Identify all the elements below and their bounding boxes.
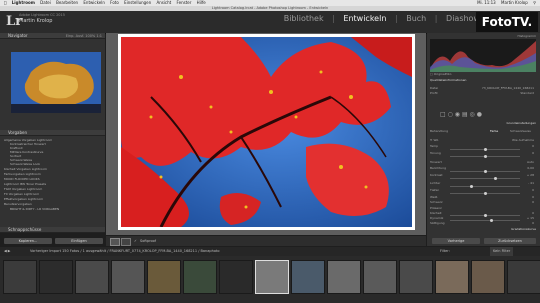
brush-icon[interactable]: ● — [477, 111, 482, 118]
preset-folder[interactable]: Lightroom BW Toner Presets — [4, 182, 102, 186]
presence-row: Präsenz — [430, 206, 442, 210]
treatment-bw[interactable]: Schwarzweiss — [510, 129, 531, 133]
navigator-preview[interactable] — [11, 52, 101, 113]
shadows-row: Tiefen 0 — [430, 188, 534, 192]
info-row-profile: Profil Standard — [430, 91, 534, 95]
filmstrip-source[interactable]: Vorheriger Import 150 Fotos / 1 ausgewäh… — [30, 247, 220, 256]
reset-button[interactable]: Zurücksetzen — [484, 238, 536, 244]
shadows-slider[interactable] — [450, 192, 520, 195]
info-title[interactable]: Quelldateiinformationen — [430, 78, 536, 82]
filmstrip-bar: ◀ ▶ Vorheriger Import 150 Fotos / 1 ausg… — [0, 247, 540, 256]
histogram — [430, 39, 536, 72]
tint-slider[interactable] — [450, 155, 520, 158]
softproof-checkbox[interactable]: ✓ — [134, 236, 137, 246]
filmstrip-thumbnail[interactable] — [327, 260, 361, 294]
presets-header[interactable]: Vorgaben — [0, 130, 105, 136]
filmstrip-nav-icon[interactable]: ◀ ▶ — [4, 247, 11, 256]
exposure-row: Belichtung 0,00 — [430, 166, 534, 170]
fototv-watermark: FotoTV. — [476, 12, 538, 32]
preset-item[interactable]: Schwarz-Weiss Look — [10, 162, 108, 166]
paste-button[interactable]: Einfügen — [55, 238, 103, 244]
previous-button[interactable]: Vorherige — [432, 238, 480, 244]
module-picker: Bibliothek | Entwickeln | Buch | Diashow — [283, 14, 480, 23]
histogram-title[interactable]: Histogramm — [430, 34, 537, 38]
compare-view-icon[interactable] — [121, 238, 131, 246]
exposure-slider[interactable] — [450, 170, 520, 173]
navigator-title: Navigator — [8, 33, 28, 38]
softproof-label: Softproof — [140, 239, 157, 243]
preset-folder[interactable]: Benutzervorgaben — [4, 202, 102, 206]
redeye-icon[interactable]: ◉ — [455, 111, 460, 118]
filmstrip-thumbnail[interactable] — [39, 260, 73, 294]
highlights-row: Lichter - 41 — [430, 181, 534, 185]
filmstrip-thumbnail[interactable] — [3, 260, 37, 294]
left-buttons: Kopieren... Einfügen — [0, 236, 105, 246]
filmstrip-thumbnail[interactable] — [75, 260, 109, 294]
preset-folder[interactable]: Klarheit Vorgaben Lightroom — [4, 167, 102, 171]
module-develop[interactable]: Entwickeln — [343, 14, 386, 23]
contrast-slider[interactable] — [450, 177, 520, 180]
snapshots-title: Schnappschüsse — [8, 227, 42, 232]
spot-removal-icon[interactable]: ○ — [448, 111, 453, 118]
copy-button[interactable]: Kopieren... — [4, 238, 52, 244]
filmstrip-thumbnail[interactable] — [363, 260, 397, 294]
radial-filter-icon[interactable]: ◎ — [470, 111, 475, 118]
contrast-row: Kontrast + 28 — [430, 173, 534, 177]
filmstrip-thumbnail[interactable] — [183, 260, 217, 294]
identity-user[interactable]: Martin Krolop — [19, 18, 52, 24]
filmstrip-thumbnail[interactable] — [255, 260, 289, 294]
loupe-view-icon[interactable] — [110, 238, 120, 246]
filmstrip-thumbnail[interactable] — [291, 260, 325, 294]
wb-row: ✒ WA Wie Aufnahme — [430, 138, 534, 142]
treatment-color[interactable]: Farbe — [490, 129, 498, 133]
preset-item[interactable]: BRIGHT & DIRTY - LR VORGABEN — [10, 207, 108, 211]
saturation-row: Sättigung 0 — [430, 221, 534, 225]
snapshots-header[interactable]: Schnappschüsse — [0, 227, 105, 233]
toolbar: ✓ Softproof — [106, 236, 426, 246]
contrast-knob[interactable] — [494, 177, 497, 180]
filmstrip-thumbnail[interactable] — [471, 260, 505, 294]
navigator-header[interactable]: Navigator Einp. Ausf. 100% 1:1 — [0, 33, 105, 39]
whites-row: Weiß 0 — [430, 195, 534, 199]
preset-folder[interactable]: FILM Vorgaben Lightroom — [4, 187, 102, 191]
temp-row: Temp 0 — [430, 144, 534, 148]
filmstrip-thumbnail[interactable] — [219, 260, 253, 294]
temp-slider[interactable] — [450, 148, 520, 151]
original-checkbox[interactable]: □ Originalfoto — [430, 72, 536, 76]
presets-title: Vorgaben — [8, 130, 27, 135]
blacks-row: Schwarz 0 — [430, 200, 534, 204]
filmstrip-thumbnail[interactable] — [111, 260, 145, 294]
filter-label: Filter: — [440, 249, 450, 253]
tint-row: Tonung 0 — [430, 151, 534, 155]
module-library[interactable]: Bibliothek — [284, 14, 324, 23]
tool-strip: □ ○ ◉ ▤ ◎ ● — [440, 111, 482, 118]
module-book[interactable]: Buch — [406, 14, 426, 23]
crop-icon[interactable]: □ — [440, 111, 446, 118]
preset-folder[interactable]: MOOD FLOCKED LOOKS — [4, 177, 102, 181]
preset-folder[interactable]: Farbvorgaben Lightroom — [4, 172, 102, 176]
filmstrip-thumbnail[interactable] — [147, 260, 181, 294]
filter-select[interactable]: Kein Filter — [490, 247, 514, 256]
tone-row: Tonwert Auto — [430, 160, 534, 164]
version-label: Adobe Lightroom CC 2015 — [19, 13, 65, 17]
module-slideshow[interactable]: Diashow — [446, 14, 480, 23]
info-row-file: Datei 73_KROLOP_FFM-BA_1440_168211 — [430, 86, 534, 90]
tone-auto[interactable]: Auto — [527, 160, 534, 164]
wb-select[interactable]: Wie Aufnahme — [512, 138, 534, 142]
treatment-row: Behandlung Farbe Schwarzweiss — [430, 129, 531, 133]
highlights-slider[interactable] — [450, 185, 520, 188]
graduated-filter-icon[interactable]: ▤ — [462, 111, 468, 118]
filmstrip-thumbnail[interactable] — [399, 260, 433, 294]
main-photo[interactable] — [121, 37, 412, 227]
filmstrip-thumbnail[interactable] — [435, 260, 469, 294]
tint-knob[interactable] — [484, 155, 487, 158]
tone-curve-title[interactable]: Gradationskurve — [430, 227, 536, 231]
zoom-options[interactable]: Einp. Ausf. 100% 1:1 — [66, 33, 102, 39]
basic-section-title[interactable]: Grundeinstellungen — [430, 121, 536, 125]
preset-folder[interactable]: Effektvorgaben Lightroom — [4, 197, 102, 201]
preset-folder[interactable]: FX Vorgaben Lightroom — [4, 192, 102, 196]
filmstrip-thumbnail[interactable] — [507, 260, 540, 294]
